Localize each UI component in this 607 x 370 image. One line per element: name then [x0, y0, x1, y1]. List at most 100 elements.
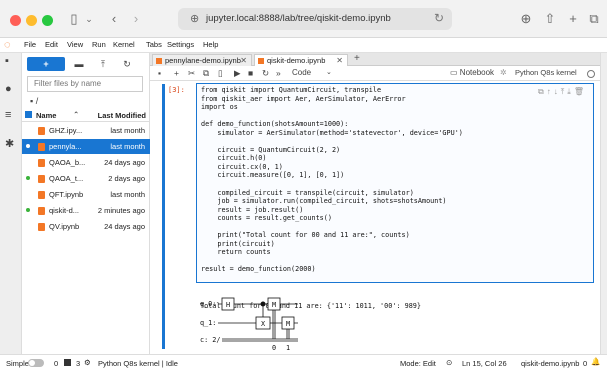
notebook-icon	[38, 191, 45, 199]
chevron-down-icon[interactable]: ⌄	[84, 10, 94, 28]
kernel-name[interactable]: Python Q8s kernel	[515, 68, 577, 77]
notebook-view-icon: ▭	[450, 68, 458, 77]
folder-icon[interactable]: ▪	[5, 55, 9, 67]
close-window-button[interactable]	[10, 15, 21, 26]
file-name: qiskit-d...	[49, 206, 80, 215]
save-icon[interactable]: ▪	[158, 68, 161, 78]
tab-overview-icon[interactable]: ⧉	[587, 10, 601, 28]
extension-icon[interactable]: ✱	[5, 137, 14, 150]
tab-qiskit-demo[interactable]: qiskit-demo.ipynb ✕	[254, 54, 348, 66]
status-bar: Simple 0 3 ⚙ Python Q8s kernel | Idle Mo…	[0, 354, 607, 370]
cell-toolbar: ⧉↑↓⤒⤓🗑	[538, 87, 587, 97]
sort-arrow-icon: ⌃	[73, 110, 80, 119]
cursor-position[interactable]: Ln 15, Col 26	[462, 359, 507, 368]
tab-pennylane-demo[interactable]: pennylane-demo.ipynb ✕	[152, 54, 252, 66]
menu-kernel[interactable]: Kernel	[113, 40, 135, 49]
notebook-icon	[38, 159, 45, 167]
file-row[interactable]: QAOA_b... 24 days ago	[22, 155, 150, 170]
running-indicator	[26, 224, 30, 228]
file-name: GHZ.ipy...	[49, 126, 83, 135]
sidebar-toggle-icon[interactable]: ▯	[66, 10, 82, 28]
minimize-window-button[interactable]	[26, 15, 37, 26]
file-row[interactable]: QFT.ipynb last month	[22, 187, 150, 202]
bit-1: 1	[286, 344, 290, 351]
restart-icon[interactable]: ↻	[262, 68, 269, 79]
new-folder-icon[interactable]: ▬	[72, 57, 86, 71]
maximize-window-button[interactable]	[42, 15, 53, 26]
file-row[interactable]: QAOA_t... 2 days ago	[22, 171, 150, 186]
notification-count[interactable]: 0	[583, 359, 587, 368]
notebook-icon	[38, 175, 45, 183]
new-launcher-button[interactable]: +	[27, 57, 65, 71]
breadcrumb-root[interactable]: /	[36, 96, 39, 106]
notebook-view-toggle[interactable]: ▭ Notebook	[450, 68, 494, 77]
code-text[interactable]: from qiskit import QuantumCircuit, trans…	[201, 86, 463, 274]
insert-cell-icon[interactable]: +	[174, 68, 179, 78]
file-name: QFT.ipynb	[49, 190, 84, 199]
share-icon[interactable]: ⇧	[543, 10, 557, 28]
file-row[interactable]: GHZ.ipy... last month	[22, 123, 150, 138]
menu-run[interactable]: Run	[92, 40, 106, 49]
new-tab-icon[interactable]: +	[566, 10, 580, 28]
menu-tabs[interactable]: Tabs	[146, 40, 162, 49]
active-cell-indicator	[162, 84, 165, 349]
menu-view[interactable]: View	[67, 40, 83, 49]
refresh-icon[interactable]: ↻	[120, 57, 134, 71]
running-icon[interactable]: ●	[5, 83, 12, 95]
kernel-count[interactable]: 3	[76, 359, 80, 368]
notebook-toolbar: ▪ + ✂ ⧉ ▯ ▶ ■ ↻ » Code ⌄ ▭ Notebook ✲ Py…	[150, 66, 600, 81]
menu-file[interactable]: File	[24, 40, 36, 49]
paste-icon[interactable]: ▯	[218, 68, 223, 79]
cut-icon[interactable]: ✂	[188, 68, 195, 79]
back-icon[interactable]: ‹	[108, 10, 120, 28]
cell-type-select[interactable]: Code	[292, 68, 311, 77]
terminal-count[interactable]: 0	[54, 359, 58, 368]
tab-label: qiskit-demo.ipynb	[267, 56, 326, 65]
upload-icon[interactable]: ⤒	[96, 57, 110, 71]
address-text: jupyter.local:8888/lab/tree/qiskit-demo.…	[206, 13, 391, 24]
stop-icon[interactable]: ■	[248, 68, 253, 78]
running-indicator	[26, 192, 30, 196]
menu-edit[interactable]: Edit	[45, 40, 58, 49]
download-icon[interactable]: ⊕	[519, 10, 533, 28]
copy-icon[interactable]: ⧉	[203, 68, 209, 79]
toc-icon[interactable]: ≡	[5, 109, 11, 121]
filter-files-input[interactable]: Filter files by name	[27, 76, 143, 92]
file-modified: last month	[110, 126, 145, 135]
file-name: QV.ipynb	[49, 222, 80, 231]
menu-help[interactable]: Help	[203, 40, 218, 49]
move-down-icon[interactable]: ↓	[554, 87, 561, 96]
left-activity-bar: ▪ ● ≡ ✱	[0, 53, 22, 354]
file-modified: last month	[110, 190, 145, 199]
add-tab-icon[interactable]: +	[354, 53, 360, 64]
name-column-header[interactable]: Name	[36, 111, 56, 120]
file-row[interactable]: pennyla... last month	[22, 139, 150, 154]
kernel-status-icon	[587, 70, 595, 78]
address-bar[interactable]: ⊕ jupyter.local:8888/lab/tree/qiskit-dem…	[178, 8, 452, 30]
right-activity-bar	[600, 53, 607, 354]
run-icon[interactable]: ▶	[234, 68, 241, 79]
duplicate-cell-icon[interactable]: ⧉	[538, 87, 547, 96]
reload-icon[interactable]: ↻	[434, 11, 444, 25]
file-row[interactable]: qiskit-d... 2 minutes ago	[22, 203, 150, 218]
move-up-icon[interactable]: ↑	[547, 87, 554, 96]
circuit-label-c: c: 2/	[200, 336, 220, 344]
kernel-status[interactable]: Python Q8s kernel | Idle	[98, 359, 178, 368]
circuit-diagram: q_0: q_1: c: 2/ H X M M 0 1	[200, 297, 298, 351]
restart-run-all-icon[interactable]: »	[276, 68, 281, 78]
menu-settings[interactable]: Settings	[167, 40, 194, 49]
notebook-view-label: Notebook	[459, 68, 495, 77]
bit-0: 0	[272, 344, 276, 351]
code-editor[interactable]: from qiskit import QuantumCircuit, trans…	[196, 83, 594, 283]
breadcrumb[interactable]: ▪ /	[30, 96, 38, 106]
notebook-icon	[38, 207, 45, 215]
modified-column-header[interactable]: Last Modified	[98, 111, 146, 120]
gear-icon[interactable]: ✲	[500, 68, 507, 77]
forward-icon[interactable]: ›	[130, 10, 142, 28]
select-all-checkbox[interactable]	[25, 111, 32, 118]
chevron-down-icon[interactable]: ⌄	[326, 68, 332, 76]
delete-cell-icon[interactable]: 🗑	[574, 87, 587, 96]
bell-icon[interactable]: 🔔	[591, 357, 600, 366]
simple-mode-toggle[interactable]	[28, 359, 44, 367]
file-row[interactable]: QV.ipynb 24 days ago	[22, 219, 150, 234]
